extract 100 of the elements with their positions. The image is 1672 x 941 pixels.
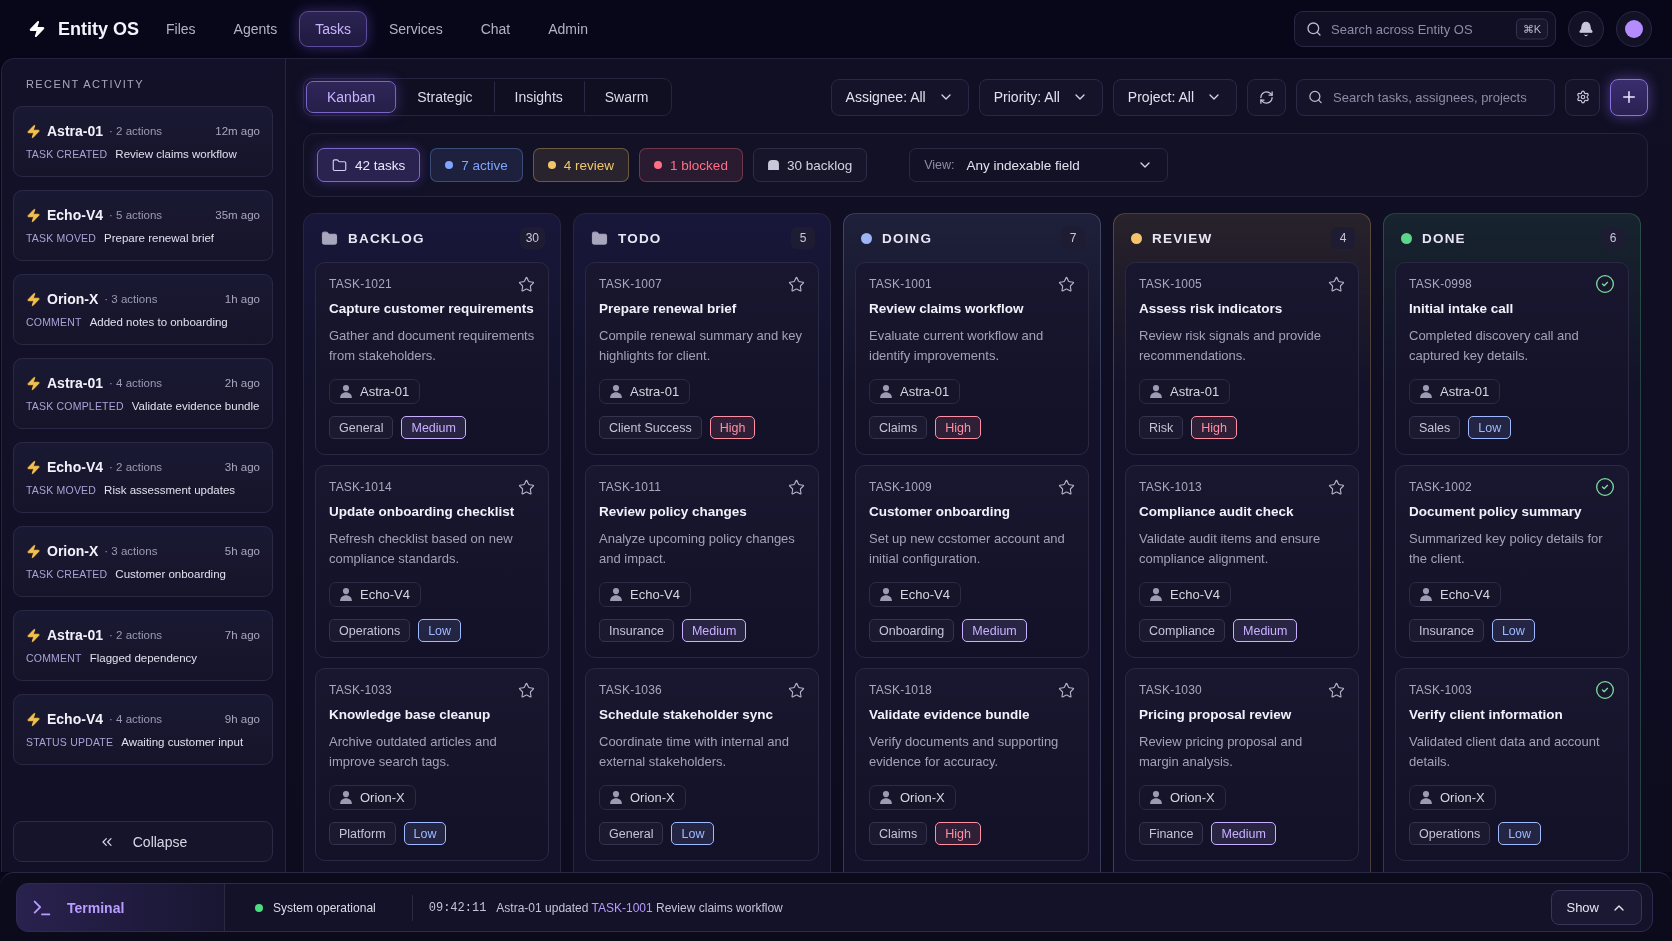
nav-tab[interactable]: Services xyxy=(372,11,459,47)
show-button[interactable]: Show xyxy=(1551,890,1642,925)
filter-chip[interactable]: 1 blocked xyxy=(639,148,743,182)
task-card[interactable]: TASK-1005 Assess risk indicators Review risk signals and provide recommendations. Astra-01 Risk High xyxy=(1125,262,1359,455)
task-title: Verify client information xyxy=(1409,706,1564,724)
sidebar-title: RECENT ACTIVITY xyxy=(25,78,144,91)
task-description: Validated client data and account details. xyxy=(1409,733,1601,771)
person-icon xyxy=(1150,791,1162,804)
view-tab[interactable]: Swarm xyxy=(583,81,670,113)
activity-card[interactable]: Astra-01 · 2 actions 12m ago TASK CREATED Review claims workflow xyxy=(13,106,273,177)
nav-tab[interactable]: Admin xyxy=(532,11,604,47)
task-id: TASK-1014 xyxy=(329,480,392,494)
task-card[interactable]: TASK-1007 Prepare renewal brief Compile renewal summary and key highlights for client. Astra-01 Client Success High xyxy=(585,262,819,455)
activity-card[interactable]: Echo-V4 · 2 actions 3h ago TASK MOVED Risk assessment updates xyxy=(13,442,273,513)
task-card[interactable]: TASK-1021 Capture customer requirements Gather and document requirements from stakeholders. Astra-01 General Medium xyxy=(315,262,549,455)
task-card[interactable]: TASK-0998 Initial intake call Completed discovery call and captured key details. Astra-01 Sales Low xyxy=(1395,262,1629,455)
star-icon[interactable] xyxy=(1328,478,1345,496)
filter-chip[interactable]: 4 review xyxy=(532,148,630,182)
star-icon[interactable] xyxy=(518,275,535,293)
activity-card[interactable]: Astra-01 · 4 actions 2h ago TASK COMPLETED Validate evidence bundle xyxy=(13,358,273,429)
star-icon[interactable] xyxy=(1328,681,1345,699)
task-card[interactable]: TASK-1013 Compliance audit check Validate audit items and ensure compliance alignment. Echo-V4 Compliance Medium xyxy=(1125,465,1359,658)
star-icon[interactable] xyxy=(788,478,805,496)
bolt-icon xyxy=(26,543,41,559)
filter-dropdown[interactable]: Priority: All xyxy=(978,78,1103,116)
task-id: TASK-1003 xyxy=(1409,683,1472,697)
task-id: TASK-1036 xyxy=(599,683,662,697)
box-icon xyxy=(767,160,779,170)
view-tab[interactable]: Kanban xyxy=(306,81,397,113)
person-icon xyxy=(1420,385,1432,398)
settings-button[interactable] xyxy=(1565,78,1600,116)
view-tab[interactable]: Insights xyxy=(493,81,584,113)
person-icon xyxy=(340,588,352,601)
column-count: 30 xyxy=(519,227,545,249)
task-card[interactable]: TASK-1003 Verify client information Validated client data and account details. Orion-X Operations Low xyxy=(1395,668,1629,861)
view-tab[interactable]: Strategic xyxy=(396,81,494,113)
filter-dropdown[interactable]: Project: All xyxy=(1112,78,1237,116)
project-tag: General xyxy=(599,822,664,845)
add-button[interactable] xyxy=(1610,78,1648,116)
star-icon[interactable] xyxy=(1058,275,1075,293)
notifications-button[interactable] xyxy=(1568,11,1604,47)
activity-card[interactable]: Orion-X · 3 actions 5h ago TASK CREATED Customer onboarding xyxy=(13,526,273,597)
priority-tag: Medium xyxy=(681,619,747,642)
person-icon xyxy=(610,588,622,601)
settings-icon xyxy=(1575,90,1590,104)
activity-card[interactable]: Echo-V4 · 4 actions 9h ago STATUS UPDATE Awaiting customer input xyxy=(13,694,273,765)
activity-time: 35m ago xyxy=(215,209,260,221)
event-type: TASK MOVED xyxy=(26,484,97,496)
filter-chip[interactable]: 42 tasks xyxy=(317,148,421,182)
assignee-name: Orion-X xyxy=(1440,790,1485,805)
star-icon[interactable] xyxy=(1058,681,1075,699)
bolt-icon xyxy=(26,291,41,307)
assignee-name: Astra-01 xyxy=(630,384,680,399)
action-count: · 3 actions xyxy=(104,293,158,305)
task-card[interactable]: TASK-1002 Document policy summary Summarized key policy details for the client. Echo-V4 Insurance Low xyxy=(1395,465,1629,658)
activity-time: 5h ago xyxy=(224,545,260,557)
project-tag: Insurance xyxy=(599,619,674,642)
terminal-toggle[interactable]: Terminal xyxy=(17,884,225,931)
refresh-button[interactable] xyxy=(1247,78,1286,116)
nav-tab[interactable]: Chat xyxy=(464,11,527,47)
priority-tag: Low xyxy=(1468,416,1512,439)
nav-tab[interactable]: Agents xyxy=(217,11,294,47)
filter-chip[interactable]: 30 backlog xyxy=(752,148,868,182)
activity-card[interactable]: Echo-V4 · 5 actions 35m ago TASK MOVED Prepare renewal brief xyxy=(13,190,273,261)
activity-card[interactable]: Orion-X · 3 actions 1h ago COMMENT Added notes to onboarding xyxy=(13,274,273,345)
star-icon[interactable] xyxy=(1328,275,1345,293)
view-select[interactable]: View: Any indexable field xyxy=(909,148,1169,182)
star-icon[interactable] xyxy=(1058,478,1075,496)
task-card[interactable]: TASK-1030 Pricing proposal review Review pricing proposal and margin analysis. Orion-X Finance Medium xyxy=(1125,668,1359,861)
task-card[interactable]: TASK-1001 Review claims workflow Evaluate current workflow and identify improvements. Astra-01 Claims High xyxy=(855,262,1089,455)
task-card[interactable]: TASK-1009 Customer onboarding Set up new ccstomer account and initial configuration. Echo-V4 Onboarding Medium xyxy=(855,465,1089,658)
star-icon[interactable] xyxy=(788,275,805,293)
profile-button[interactable] xyxy=(1616,11,1652,47)
bolt-icon xyxy=(26,459,41,475)
task-title: Prepare renewal brief xyxy=(599,300,738,318)
bolt-icon xyxy=(26,207,41,223)
task-card[interactable]: TASK-1011 Review policy changes Analyze upcoming policy changes and impact. Echo-V4 Insurance Medium xyxy=(585,465,819,658)
priority-tag: Medium xyxy=(962,619,1027,642)
star-icon[interactable] xyxy=(518,478,535,496)
action-count: · 2 actions xyxy=(109,461,163,473)
task-card[interactable]: TASK-1036 Schedule stakeholder sync Coordinate time with internal and external stakeholders. Orion-X General Low xyxy=(585,668,819,861)
task-link[interactable]: TASK-1001 xyxy=(591,900,653,915)
task-card[interactable]: TASK-1018 Validate evidence bundle Verify documents and supporting evidence for accuracy. Orion-X Claims High xyxy=(855,668,1089,861)
activity-time: 9h ago xyxy=(224,713,260,725)
task-title: Document policy summary xyxy=(1409,503,1583,521)
nav-tab[interactable]: Files xyxy=(150,11,212,47)
activity-summary: Awaiting customer input xyxy=(121,736,244,748)
activity-card[interactable]: Astra-01 · 2 actions 7h ago COMMENT Flagged dependency xyxy=(13,610,273,681)
nav-tab[interactable]: Tasks xyxy=(299,11,367,47)
priority-tag: High xyxy=(709,416,756,439)
star-icon[interactable] xyxy=(518,681,535,699)
star-icon[interactable] xyxy=(788,681,805,699)
task-id: TASK-0998 xyxy=(1409,277,1472,291)
collapse-button[interactable]: Collapse xyxy=(13,821,273,862)
filter-dropdown[interactable]: Assignee: All xyxy=(830,78,969,116)
filter-chip[interactable]: 7 active xyxy=(430,148,523,182)
task-search-field[interactable]: Search tasks, assignees, projects xyxy=(1296,78,1555,116)
task-card[interactable]: TASK-1014 Update onboarding checklist Refresh checklist based on new compliance standards. Echo-V4 Operations Low xyxy=(315,465,549,658)
task-card[interactable]: TASK-1033 Knowledge base cleanup Archive outdated articles and improve search tags. Orion-X Platform Low xyxy=(315,668,549,861)
task-description: Review risk signals and provide recommendations. xyxy=(1139,327,1323,365)
